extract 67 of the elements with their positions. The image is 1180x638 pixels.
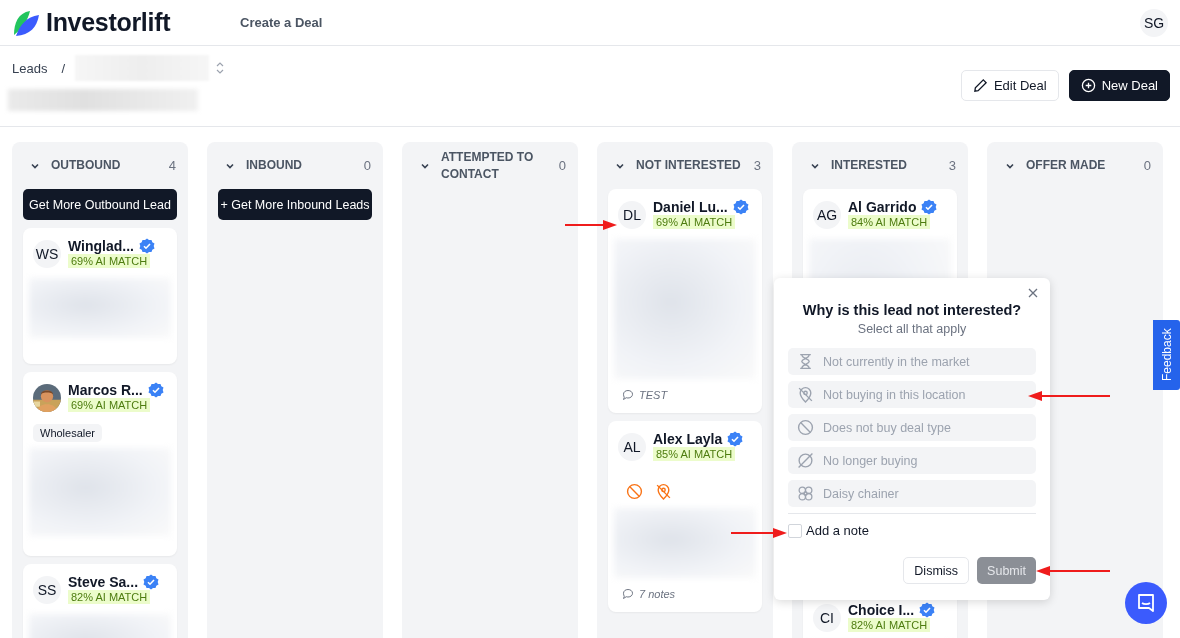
lead-name: Choice I...: [848, 602, 915, 618]
ban-icon: [797, 419, 814, 436]
column-title: OFFER MADE: [1026, 157, 1107, 174]
column-title: OUTBOUND: [51, 157, 122, 174]
empty-set-icon: [797, 452, 814, 469]
lead-name: Marcos R...: [68, 382, 143, 398]
column-count: 0: [363, 158, 371, 173]
comment-icon: [622, 389, 634, 401]
ban-icon: [626, 483, 643, 500]
location-off-icon: [655, 483, 672, 500]
lead-name: Winglad...: [68, 238, 134, 254]
lead-name: Daniel Lu...: [653, 199, 728, 215]
plus-circle-icon: [1080, 77, 1096, 93]
lead-name: Steve Sa...: [68, 574, 139, 590]
breadcrumb-separator: /: [61, 60, 66, 76]
breadcrumb-link[interactable]: Leads: [12, 60, 48, 76]
dismiss-button[interactable]: Dismiss: [903, 557, 970, 584]
column-count: 0: [1143, 158, 1151, 173]
ai-match-badge: 82% AI MATCH: [848, 618, 931, 632]
column-title: INTERESTED: [831, 157, 908, 174]
flower-icon: [797, 485, 814, 502]
annotation-arrow: [565, 217, 617, 233]
ai-match-badge: 85% AI MATCH: [653, 447, 736, 461]
note-text: TEST: [639, 389, 668, 401]
lead-avatar: DL: [618, 201, 646, 229]
popover-subtitle: Select all that apply: [857, 322, 967, 336]
chat-icon: [1136, 593, 1156, 613]
lead-avatar: WS: [33, 240, 61, 268]
column-count: 3: [753, 158, 761, 173]
user-avatar[interactable]: SG: [1140, 8, 1168, 37]
location-off-icon: [797, 386, 814, 403]
column-count: 3: [948, 158, 956, 173]
note-text: 7 notes: [639, 588, 676, 600]
edit-deal-button[interactable]: Edit Deal: [960, 69, 1059, 101]
new-deal-button[interactable]: New Deal: [1068, 69, 1170, 101]
lead-avatar: CI: [813, 604, 841, 632]
checkbox-label: Add a note: [806, 523, 869, 538]
lead-card[interactable]: Marcos R... 69% AI MATCH Wholesaler: [23, 372, 177, 556]
lead-name: Alex Layla: [653, 431, 723, 447]
lead-avatar: AG: [813, 201, 841, 229]
get-more-leads-button[interactable]: Get More Outbound Lead: [23, 189, 177, 220]
annotation-arrow: [731, 525, 787, 541]
leaf-logo-icon: [12, 8, 40, 37]
get-more-leads-button[interactable]: + Get More Inbound Leads: [218, 189, 372, 220]
feedback-tab[interactable]: Feedback: [1153, 320, 1180, 390]
close-icon[interactable]: [1028, 288, 1040, 300]
role-tag: Wholesaler: [33, 424, 103, 442]
logo-text: Investorlift: [46, 8, 171, 37]
ai-match-badge: 69% AI MATCH: [68, 254, 151, 268]
checkbox[interactable]: [788, 523, 802, 538]
ai-match-badge: 84% AI MATCH: [848, 215, 931, 229]
lead-avatar: AL: [618, 433, 646, 461]
ai-match-badge: 82% AI MATCH: [68, 590, 151, 604]
lead-avatar: SS: [33, 576, 61, 604]
hourglass-icon: [797, 353, 814, 370]
column-title: INBOUND: [246, 157, 303, 174]
column-title: ATTEMPTED TO CONTACT: [441, 148, 535, 183]
comment-icon: [622, 588, 634, 600]
pencil-icon: [972, 77, 988, 93]
popover-title: Why is this lead not interested?: [802, 302, 1022, 318]
column-count: 0: [558, 158, 566, 173]
ai-match-badge: 69% AI MATCH: [653, 215, 736, 229]
column-count: 4: [168, 158, 176, 173]
nav-link[interactable]: Create a Deal: [240, 15, 323, 30]
column-title: NOT INTERESTED: [636, 157, 742, 174]
lead-name: Al Garrido: [848, 199, 917, 215]
ai-match-badge: 69% AI MATCH: [68, 398, 151, 412]
